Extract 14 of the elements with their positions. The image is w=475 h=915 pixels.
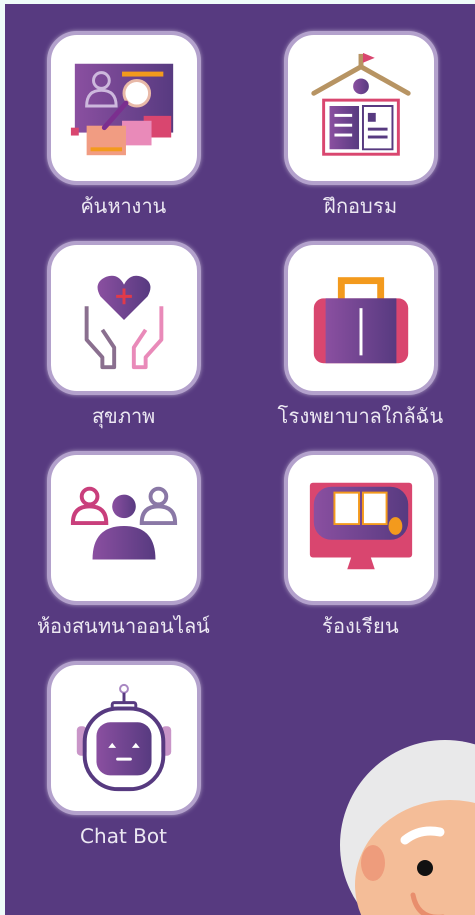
menu-label: ค้นหางาน: [80, 193, 166, 220]
menu-label: ร้องเรียน: [322, 613, 399, 640]
menu-label: ห้องสนทนาออนไลน์: [37, 613, 210, 640]
menu-tile-button[interactable]: [46, 661, 200, 815]
menu-label: สุขภาพ: [92, 403, 155, 430]
menu-tile-button[interactable]: [46, 241, 200, 395]
menu-label: ฝึกอบรม: [324, 193, 397, 220]
menu-tile-button[interactable]: [284, 451, 438, 605]
menu-tile-button[interactable]: [46, 451, 200, 605]
menu-tile-button[interactable]: [284, 241, 438, 395]
menu-label: Chat Bot: [80, 823, 167, 850]
menu-label: โรงพยาบาลใกล้ฉัน: [278, 403, 444, 430]
menu-tile-button[interactable]: [46, 31, 200, 185]
menu-tile-button[interactable]: [284, 31, 438, 185]
